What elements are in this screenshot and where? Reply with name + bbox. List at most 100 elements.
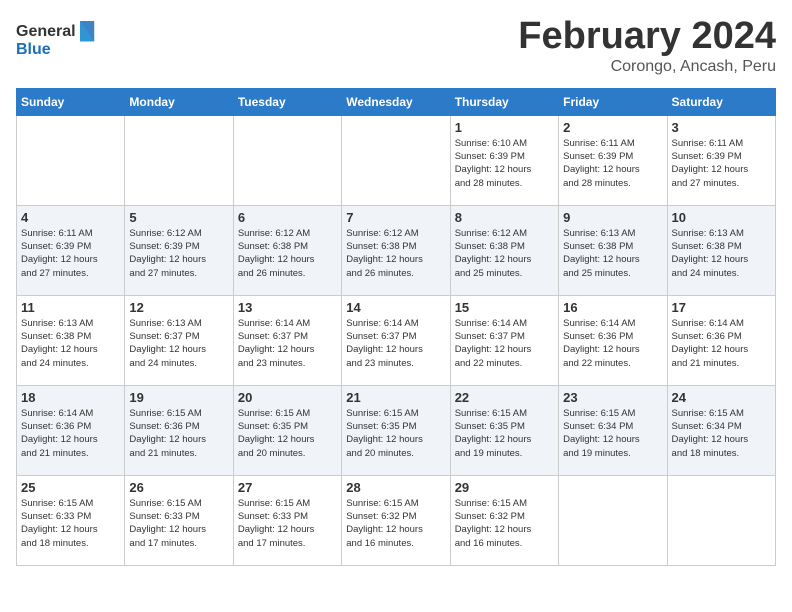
calendar-cell xyxy=(17,115,125,205)
day-info: Sunrise: 6:14 AM Sunset: 6:37 PM Dayligh… xyxy=(455,317,554,370)
day-number: 24 xyxy=(672,390,771,405)
calendar-cell: 21 Sunrise: 6:15 AM Sunset: 6:35 PM Dayli… xyxy=(342,385,450,475)
day-info: Sunrise: 6:14 AM Sunset: 6:36 PM Dayligh… xyxy=(21,407,120,460)
day-info: Sunrise: 6:12 AM Sunset: 6:38 PM Dayligh… xyxy=(238,227,337,280)
day-info: Sunrise: 6:12 AM Sunset: 6:39 PM Dayligh… xyxy=(129,227,228,280)
calendar-cell: 6 Sunrise: 6:12 AM Sunset: 6:38 PM Daylig… xyxy=(233,205,341,295)
day-number: 6 xyxy=(238,210,337,225)
day-info: Sunrise: 6:13 AM Sunset: 6:38 PM Dayligh… xyxy=(21,317,120,370)
calendar-cell: 9Sunrise: 6:13 AM Sunset: 6:38 PM Daylig… xyxy=(559,205,667,295)
calendar-cell: 12 Sunrise: 6:13 AM Sunset: 6:37 PM Dayli… xyxy=(125,295,233,385)
calendar-cell: 1 Sunrise: 6:10 AM Sunset: 6:39 PM Daylig… xyxy=(450,115,558,205)
day-number: 2 xyxy=(563,120,662,135)
weekday-header-monday: Monday xyxy=(125,88,233,115)
weekday-header-wednesday: Wednesday xyxy=(342,88,450,115)
calendar-cell: 8 Sunrise: 6:12 AM Sunset: 6:38 PM Daylig… xyxy=(450,205,558,295)
day-info: Sunrise: 6:15 AM Sunset: 6:35 PM Dayligh… xyxy=(346,407,445,460)
day-number: 29 xyxy=(455,480,554,495)
day-number: 19 xyxy=(129,390,228,405)
svg-text:Blue: Blue xyxy=(16,41,51,58)
day-number: 12 xyxy=(129,300,228,315)
logo: General Blue xyxy=(16,16,96,66)
calendar-cell: 20 Sunrise: 6:15 AM Sunset: 6:35 PM Dayli… xyxy=(233,385,341,475)
calendar-cell: 19Sunrise: 6:15 AM Sunset: 6:36 PM Dayli… xyxy=(125,385,233,475)
calendar-cell: 24 Sunrise: 6:15 AM Sunset: 6:34 PM Dayli… xyxy=(667,385,775,475)
day-number: 7 xyxy=(346,210,445,225)
svg-text:General: General xyxy=(16,23,76,40)
day-info: Sunrise: 6:11 AM Sunset: 6:39 PM Dayligh… xyxy=(563,137,662,190)
calendar-cell xyxy=(667,475,775,565)
day-info: Sunrise: 6:14 AM Sunset: 6:36 PM Dayligh… xyxy=(563,317,662,370)
day-number: 1 xyxy=(455,120,554,135)
day-number: 10 xyxy=(672,210,771,225)
calendar-cell: 11 Sunrise: 6:13 AM Sunset: 6:38 PM Dayli… xyxy=(17,295,125,385)
calendar-cell xyxy=(125,115,233,205)
calendar-week-5: 25 Sunrise: 6:15 AM Sunset: 6:33 PM Dayli… xyxy=(17,475,776,565)
day-number: 17 xyxy=(672,300,771,315)
calendar-cell: 7Sunrise: 6:12 AM Sunset: 6:38 PM Daylig… xyxy=(342,205,450,295)
calendar-cell: 3 Sunrise: 6:11 AM Sunset: 6:39 PM Daylig… xyxy=(667,115,775,205)
day-info: Sunrise: 6:13 AM Sunset: 6:37 PM Dayligh… xyxy=(129,317,228,370)
calendar-cell: 2 Sunrise: 6:11 AM Sunset: 6:39 PM Daylig… xyxy=(559,115,667,205)
day-number: 25 xyxy=(21,480,120,495)
day-info: Sunrise: 6:13 AM Sunset: 6:38 PM Dayligh… xyxy=(563,227,662,280)
calendar-cell: 13Sunrise: 6:14 AM Sunset: 6:37 PM Dayli… xyxy=(233,295,341,385)
page-subtitle: Corongo, Ancash, Peru xyxy=(518,58,776,76)
day-info: Sunrise: 6:15 AM Sunset: 6:34 PM Dayligh… xyxy=(672,407,771,460)
calendar-week-1: 1 Sunrise: 6:10 AM Sunset: 6:39 PM Daylig… xyxy=(17,115,776,205)
calendar-table: SundayMondayTuesdayWednesdayThursdayFrid… xyxy=(16,88,776,566)
weekday-header-saturday: Saturday xyxy=(667,88,775,115)
weekday-header-thursday: Thursday xyxy=(450,88,558,115)
page-header: General Blue February 2024 Corongo, Anca… xyxy=(16,16,776,76)
day-number: 8 xyxy=(455,210,554,225)
day-number: 4 xyxy=(21,210,120,225)
calendar-cell: 25 Sunrise: 6:15 AM Sunset: 6:33 PM Dayli… xyxy=(17,475,125,565)
calendar-week-3: 11 Sunrise: 6:13 AM Sunset: 6:38 PM Dayli… xyxy=(17,295,776,385)
day-number: 11 xyxy=(21,300,120,315)
day-info: Sunrise: 6:15 AM Sunset: 6:33 PM Dayligh… xyxy=(21,497,120,550)
day-info: Sunrise: 6:11 AM Sunset: 6:39 PM Dayligh… xyxy=(21,227,120,280)
calendar-cell: 29 Sunrise: 6:15 AM Sunset: 6:32 PM Dayli… xyxy=(450,475,558,565)
calendar-cell: 18 Sunrise: 6:14 AM Sunset: 6:36 PM Dayli… xyxy=(17,385,125,475)
day-number: 20 xyxy=(238,390,337,405)
day-info: Sunrise: 6:10 AM Sunset: 6:39 PM Dayligh… xyxy=(455,137,554,190)
day-number: 16 xyxy=(563,300,662,315)
calendar-cell: 5 Sunrise: 6:12 AM Sunset: 6:39 PM Daylig… xyxy=(125,205,233,295)
day-info: Sunrise: 6:15 AM Sunset: 6:35 PM Dayligh… xyxy=(455,407,554,460)
calendar-cell xyxy=(342,115,450,205)
calendar-cell: 14 Sunrise: 6:14 AM Sunset: 6:37 PM Dayli… xyxy=(342,295,450,385)
day-info: Sunrise: 6:15 AM Sunset: 6:32 PM Dayligh… xyxy=(346,497,445,550)
day-info: Sunrise: 6:15 AM Sunset: 6:33 PM Dayligh… xyxy=(238,497,337,550)
day-number: 26 xyxy=(129,480,228,495)
day-info: Sunrise: 6:11 AM Sunset: 6:39 PM Dayligh… xyxy=(672,137,771,190)
day-info: Sunrise: 6:15 AM Sunset: 6:35 PM Dayligh… xyxy=(238,407,337,460)
logo-svg: General Blue xyxy=(16,16,96,66)
day-number: 3 xyxy=(672,120,771,135)
calendar-cell: 26 Sunrise: 6:15 AM Sunset: 6:33 PM Dayli… xyxy=(125,475,233,565)
calendar-cell: 27 Sunrise: 6:15 AM Sunset: 6:33 PM Dayli… xyxy=(233,475,341,565)
day-info: Sunrise: 6:15 AM Sunset: 6:34 PM Dayligh… xyxy=(563,407,662,460)
day-number: 5 xyxy=(129,210,228,225)
day-info: Sunrise: 6:12 AM Sunset: 6:38 PM Dayligh… xyxy=(455,227,554,280)
calendar-week-2: 4 Sunrise: 6:11 AM Sunset: 6:39 PM Daylig… xyxy=(17,205,776,295)
day-number: 27 xyxy=(238,480,337,495)
calendar-cell xyxy=(559,475,667,565)
day-info: Sunrise: 6:15 AM Sunset: 6:33 PM Dayligh… xyxy=(129,497,228,550)
day-number: 23 xyxy=(563,390,662,405)
calendar-cell: 17 Sunrise: 6:14 AM Sunset: 6:36 PM Dayli… xyxy=(667,295,775,385)
day-number: 13 xyxy=(238,300,337,315)
weekday-header-friday: Friday xyxy=(559,88,667,115)
page-title: February 2024 xyxy=(518,16,776,58)
day-number: 14 xyxy=(346,300,445,315)
calendar-cell: 4 Sunrise: 6:11 AM Sunset: 6:39 PM Daylig… xyxy=(17,205,125,295)
calendar-week-4: 18 Sunrise: 6:14 AM Sunset: 6:36 PM Dayli… xyxy=(17,385,776,475)
day-info: Sunrise: 6:13 AM Sunset: 6:38 PM Dayligh… xyxy=(672,227,771,280)
day-info: Sunrise: 6:15 AM Sunset: 6:32 PM Dayligh… xyxy=(455,497,554,550)
day-info: Sunrise: 6:14 AM Sunset: 6:37 PM Dayligh… xyxy=(346,317,445,370)
day-info: Sunrise: 6:14 AM Sunset: 6:36 PM Dayligh… xyxy=(672,317,771,370)
day-number: 22 xyxy=(455,390,554,405)
calendar-cell: 16 Sunrise: 6:14 AM Sunset: 6:36 PM Dayli… xyxy=(559,295,667,385)
calendar-cell: 15Sunrise: 6:14 AM Sunset: 6:37 PM Dayli… xyxy=(450,295,558,385)
day-number: 21 xyxy=(346,390,445,405)
day-number: 18 xyxy=(21,390,120,405)
